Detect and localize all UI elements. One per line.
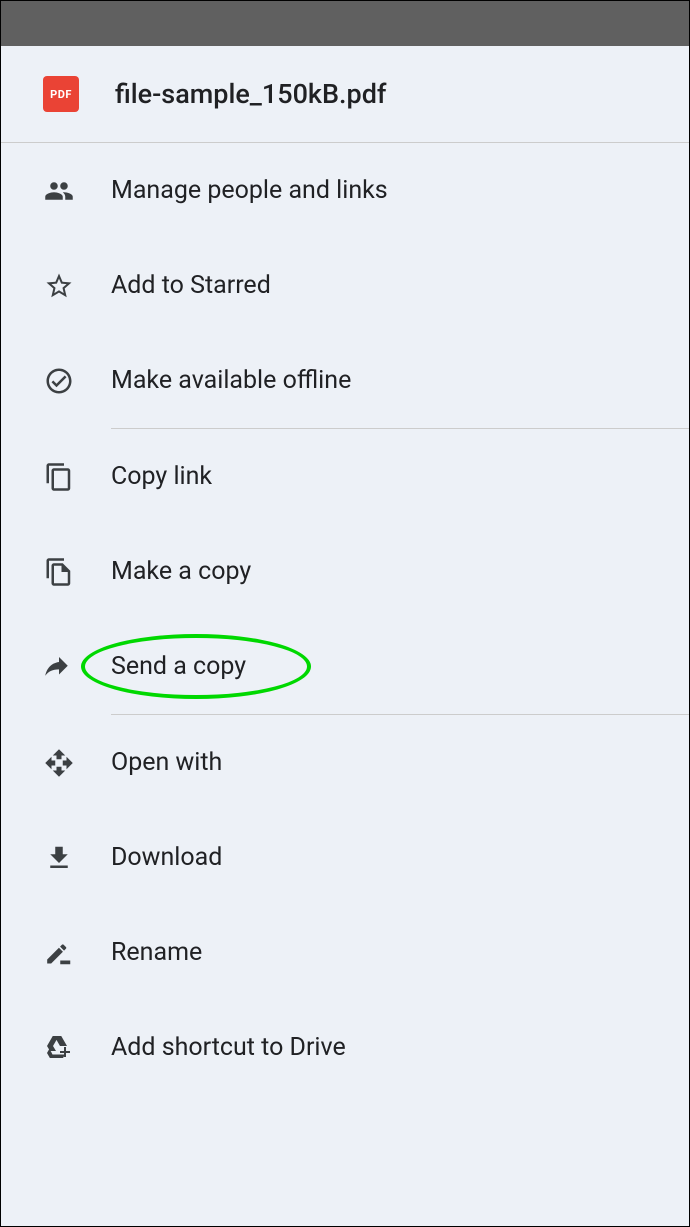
menu-label: Make a copy	[111, 557, 251, 586]
menu-label: Rename	[111, 938, 202, 967]
rename-icon	[43, 937, 75, 969]
copy-link-icon	[43, 461, 75, 493]
menu-label: Add shortcut to Drive	[111, 1033, 346, 1062]
menu-label: Manage people and links	[111, 176, 388, 205]
menu-label: Open with	[111, 748, 222, 777]
open-with-icon	[43, 747, 75, 779]
pdf-icon: PDF	[43, 76, 79, 112]
shortcut-icon	[43, 1032, 75, 1064]
menu-label: Download	[111, 843, 222, 872]
offline-icon	[43, 365, 75, 397]
menu-item-make-copy[interactable]: Make a copy	[1, 524, 689, 619]
menu-label: Send a copy	[111, 652, 246, 681]
menu-item-download[interactable]: Download	[1, 810, 689, 905]
menu-item-add-shortcut[interactable]: Add shortcut to Drive	[1, 1000, 689, 1095]
download-icon	[43, 842, 75, 874]
star-icon	[43, 270, 75, 302]
file-header: PDF file-sample_150kB.pdf	[1, 46, 689, 143]
send-icon	[43, 651, 75, 683]
file-copy-icon	[43, 556, 75, 588]
menu-item-open-with[interactable]: Open with	[1, 715, 689, 810]
menu-item-send-copy[interactable]: Send a copy	[1, 619, 689, 714]
menu-item-make-offline[interactable]: Make available offline	[1, 333, 689, 428]
menu-label: Add to Starred	[111, 271, 271, 300]
file-name: file-sample_150kB.pdf	[115, 78, 386, 110]
menu-label: Copy link	[111, 462, 212, 491]
status-bar	[1, 1, 689, 46]
menu-item-copy-link[interactable]: Copy link	[1, 429, 689, 524]
menu-label: Make available offline	[111, 366, 351, 395]
menu-item-rename[interactable]: Rename	[1, 905, 689, 1000]
menu-item-manage-people[interactable]: Manage people and links	[1, 143, 689, 238]
context-menu: Manage people and links Add to Starred M…	[1, 143, 689, 1095]
menu-item-add-starred[interactable]: Add to Starred	[1, 238, 689, 333]
people-icon	[43, 175, 75, 207]
